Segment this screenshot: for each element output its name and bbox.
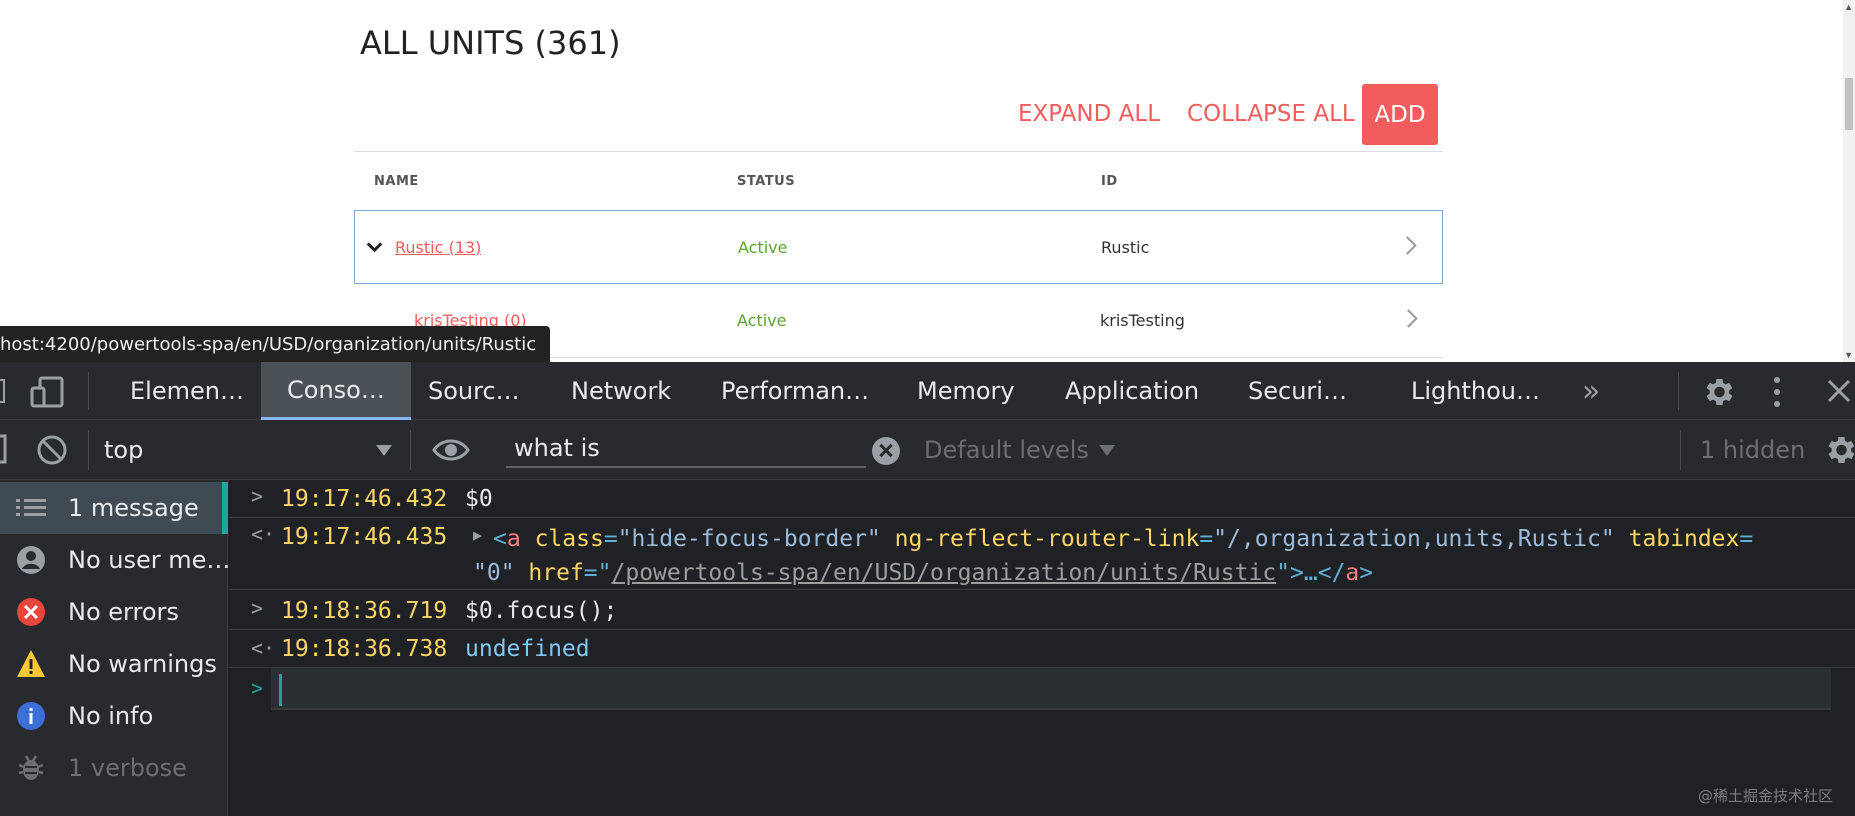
console-message[interactable]: <· 19:18:36.738 undefined xyxy=(229,630,1855,668)
console-input-text: $0 xyxy=(465,486,493,512)
tab-lighthouse[interactable]: Lighthou… xyxy=(1411,362,1540,420)
scroll-down-icon[interactable]: ▼ xyxy=(1844,350,1853,360)
input-arrow-icon: > xyxy=(251,596,264,620)
column-header-name[interactable]: NAME xyxy=(374,174,419,189)
timestamp: 19:17:46.432 xyxy=(281,486,448,512)
context-selector[interactable]: top xyxy=(104,428,398,472)
unit-name-link[interactable]: Rustic (13) xyxy=(395,238,481,257)
input-arrow-icon: > xyxy=(251,484,264,508)
chevron-down-icon xyxy=(1098,444,1115,456)
html-line-2: "0" href="/powertools-spa/en/USD/organiz… xyxy=(473,560,1374,586)
console-message[interactable]: > 19:18:36.719 $0.focus(); xyxy=(229,590,1855,630)
info-icon xyxy=(17,702,45,730)
divider xyxy=(354,151,1443,152)
tab-console[interactable]: Conso… xyxy=(261,362,411,420)
sidebar-item-warnings[interactable]: No warnings xyxy=(0,638,228,690)
context-value: top xyxy=(104,436,144,464)
text-cursor xyxy=(279,674,282,706)
web-page: ALL UNITS (361) EXPAND ALL COLLAPSE ALL … xyxy=(0,0,1855,362)
add-button[interactable]: ADD xyxy=(1362,84,1438,145)
sidebar-item-user-messages[interactable]: No user me… xyxy=(0,534,231,586)
log-levels-label: Default levels xyxy=(924,436,1089,464)
html-line-1: <a class="hide-focus-border" ng-reflect-… xyxy=(493,526,1754,552)
sidebar-toggle-icon[interactable] xyxy=(0,434,8,464)
column-header-id: ID xyxy=(1101,174,1118,189)
scroll-thumb[interactable] xyxy=(1845,78,1853,130)
chevron-right-icon[interactable] xyxy=(1399,309,1418,328)
expand-triangle-icon[interactable]: ▶ xyxy=(473,526,482,544)
device-toolbar-icon[interactable] xyxy=(30,376,66,408)
console-message[interactable]: <· 19:17:46.435 ▶ <a class="hide-focus-b… xyxy=(229,518,1855,590)
output-arrow-icon: <· xyxy=(251,636,276,660)
page-title: ALL UNITS (361) xyxy=(360,24,621,62)
collapse-all-button[interactable]: COLLAPSE ALL xyxy=(1187,101,1355,127)
sidebar-item-verbose[interactable]: 1 verbose xyxy=(0,742,228,794)
inspect-icon[interactable] xyxy=(0,378,8,404)
status-text: Active xyxy=(738,237,788,257)
clear-console-icon[interactable] xyxy=(36,434,68,466)
chevron-right-icon[interactable] xyxy=(1398,236,1417,255)
devtools-tab-bar: Elemen… Conso… Sourc… Network Performan…… xyxy=(0,362,1855,420)
status-text: Active xyxy=(737,311,787,330)
more-tabs-icon[interactable]: » xyxy=(1582,362,1600,420)
hidden-count: 1 hidden xyxy=(1700,436,1806,464)
tab-security[interactable]: Securi… xyxy=(1248,362,1347,420)
id-text: Rustic xyxy=(1101,237,1150,257)
console-sidebar: 1 message No user me… No errors No warni… xyxy=(0,480,231,816)
console-toolbar: top Default levels 1 hidden xyxy=(0,420,1855,480)
sidebar-item-label: No info xyxy=(68,702,154,730)
warning-icon xyxy=(17,650,45,677)
console-input[interactable] xyxy=(271,668,1831,710)
tab-sources[interactable]: Sourc… xyxy=(428,362,520,420)
href-link[interactable]: /powertools-spa/en/USD/organization/unit… xyxy=(612,560,1277,586)
expand-all-button[interactable]: EXPAND ALL xyxy=(1018,101,1160,127)
timestamp: 19:17:46.435 xyxy=(281,524,448,550)
eye-icon[interactable] xyxy=(432,436,470,464)
prompt-arrow-icon: > xyxy=(251,676,264,700)
console-message[interactable]: > 19:17:46.432 $0 xyxy=(229,480,1855,518)
chevron-down-icon xyxy=(366,236,383,252)
column-header-status[interactable]: STATUS xyxy=(737,174,795,189)
sidebar-item-errors[interactable]: No errors xyxy=(0,586,228,638)
filter-input[interactable] xyxy=(506,430,866,468)
expand-toggle[interactable] xyxy=(366,211,383,283)
console-output: > 19:17:46.432 $0 <· 19:17:46.435 ▶ <a c… xyxy=(229,480,1855,816)
settings-gear-icon[interactable] xyxy=(1700,374,1736,410)
log-levels-dropdown[interactable]: Default levels xyxy=(924,428,1115,472)
console-settings-icon[interactable] xyxy=(1822,432,1855,468)
tab-network[interactable]: Network xyxy=(571,362,671,420)
more-options-icon[interactable] xyxy=(1772,376,1782,408)
scroll-up-icon[interactable]: ▲ xyxy=(1844,2,1853,12)
sidebar-item-label: 1 verbose xyxy=(68,754,187,782)
id-text: krisTesting xyxy=(1100,311,1185,330)
bug-icon xyxy=(18,755,44,780)
sidebar-item-info[interactable]: No info xyxy=(0,690,228,742)
tab-application[interactable]: Application xyxy=(1065,362,1199,420)
close-icon[interactable] xyxy=(1826,378,1852,404)
sidebar-item-label: No user me… xyxy=(68,546,231,574)
sidebar-item-label: No warnings xyxy=(68,650,217,678)
console-input-text: $0.focus(); xyxy=(465,598,618,624)
timestamp: 19:18:36.738 xyxy=(281,636,448,662)
list-icon xyxy=(16,499,46,516)
timestamp: 19:18:36.719 xyxy=(281,598,448,624)
sidebar-item-messages[interactable]: 1 message xyxy=(0,482,228,534)
output-arrow-icon: <· xyxy=(251,522,276,546)
console-output-text: undefined xyxy=(465,636,590,662)
sidebar-item-label: 1 message xyxy=(68,494,199,522)
tab-memory[interactable]: Memory xyxy=(917,362,1015,420)
page-scrollbar[interactable]: ▲ ▼ xyxy=(1843,0,1855,362)
user-icon xyxy=(17,546,45,574)
clear-filter-icon[interactable] xyxy=(872,437,900,465)
tab-elements[interactable]: Elemen… xyxy=(130,362,244,420)
sidebar-item-label: No errors xyxy=(68,598,179,626)
devtools-panel: Elemen… Conso… Sourc… Network Performan…… xyxy=(0,362,1855,816)
error-icon xyxy=(17,598,45,626)
chevron-down-icon xyxy=(376,445,392,456)
console-prompt[interactable]: > xyxy=(229,668,1855,712)
table-row[interactable]: Rustic (13) Active Rustic xyxy=(354,210,1443,284)
link-url-tooltip: host:4200/powertools-spa/en/USD/organiza… xyxy=(0,326,551,362)
watermark: @稀土掘金技术社区 xyxy=(1697,787,1833,805)
tab-performance[interactable]: Performan… xyxy=(721,362,869,420)
